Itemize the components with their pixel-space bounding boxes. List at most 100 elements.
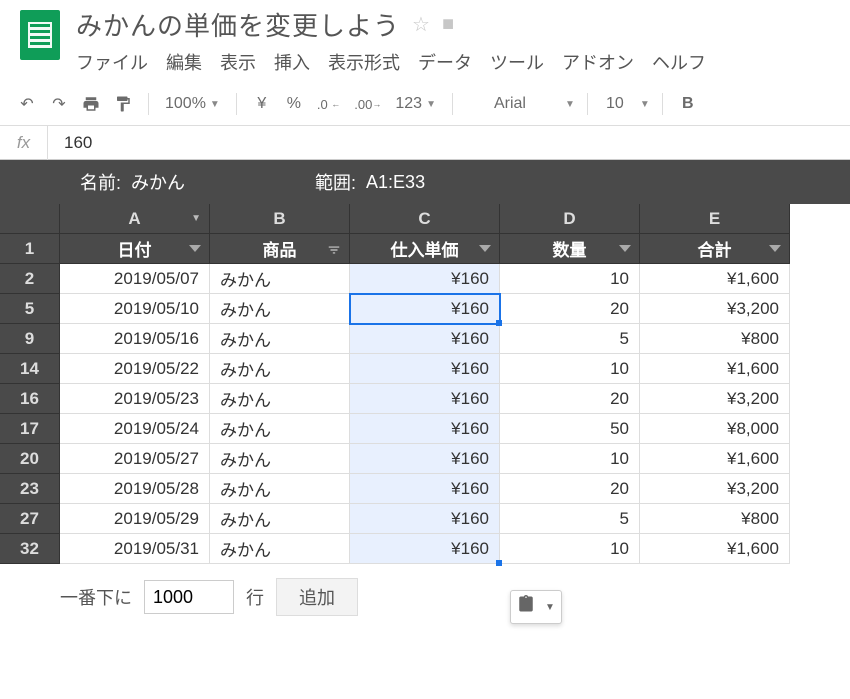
filter-icon[interactable]: [189, 245, 201, 252]
row-number[interactable]: 9: [0, 324, 60, 354]
font-size-select[interactable]: 10: [600, 91, 630, 117]
cell-qty[interactable]: 10: [500, 444, 640, 474]
cell-item[interactable]: みかん: [210, 504, 350, 534]
cell-item[interactable]: みかん: [210, 534, 350, 564]
font-family-select[interactable]: Arial: [465, 91, 555, 117]
cell-qty[interactable]: 20: [500, 384, 640, 414]
spreadsheet-grid[interactable]: A▼ B C D E 1 日付 商品 仕入単価 数量 合計 22019/05/0…: [0, 204, 850, 564]
row-number[interactable]: 20: [0, 444, 60, 474]
cell-date[interactable]: 2019/05/10: [60, 294, 210, 324]
menu-tools[interactable]: ツール: [490, 49, 544, 75]
cell-price[interactable]: ¥160: [350, 444, 500, 474]
cell-qty[interactable]: 10: [500, 354, 640, 384]
menu-help[interactable]: ヘルフ: [652, 49, 706, 75]
increase-decimal[interactable]: .00→: [350, 91, 385, 117]
zoom-select[interactable]: 100% ▼: [161, 91, 224, 117]
filter-range-value[interactable]: A1:E33: [366, 172, 425, 193]
cell-price[interactable]: ¥160: [350, 384, 500, 414]
cell-date[interactable]: 2019/05/27: [60, 444, 210, 474]
paste-options-popup[interactable]: ▼: [510, 590, 562, 624]
cell-total[interactable]: ¥800: [640, 324, 790, 354]
cell-qty[interactable]: 10: [500, 534, 640, 564]
header-total[interactable]: 合計: [640, 234, 790, 264]
filter-icon[interactable]: [479, 245, 491, 252]
cell-date[interactable]: 2019/05/16: [60, 324, 210, 354]
cell-price[interactable]: ¥160: [350, 324, 500, 354]
cell-total[interactable]: ¥3,200: [640, 384, 790, 414]
cell-date[interactable]: 2019/05/22: [60, 354, 210, 384]
add-rows-input[interactable]: [144, 580, 234, 614]
header-item[interactable]: 商品: [210, 234, 350, 264]
star-icon[interactable]: ☆: [412, 12, 430, 37]
bold-button[interactable]: B: [675, 91, 701, 117]
document-title[interactable]: みかんの単価を変更しよう: [76, 6, 400, 43]
cell-price[interactable]: ¥160: [350, 294, 500, 324]
chevron-down-icon[interactable]: ▼: [191, 213, 201, 224]
filter-name-value[interactable]: みかん: [131, 169, 185, 195]
cell-price[interactable]: ¥160: [350, 354, 500, 384]
cell-date[interactable]: 2019/05/24: [60, 414, 210, 444]
folder-icon[interactable]: ■: [442, 13, 454, 36]
cell-qty[interactable]: 5: [500, 324, 640, 354]
row-number[interactable]: 14: [0, 354, 60, 384]
cell-total[interactable]: ¥3,200: [640, 294, 790, 324]
cell-date[interactable]: 2019/05/23: [60, 384, 210, 414]
row-number[interactable]: 27: [0, 504, 60, 534]
menu-view[interactable]: 表示: [220, 49, 256, 75]
undo-icon[interactable]: ↶: [14, 91, 40, 117]
header-price[interactable]: 仕入単価: [350, 234, 500, 264]
cell-qty[interactable]: 50: [500, 414, 640, 444]
cell-total[interactable]: ¥3,200: [640, 474, 790, 504]
cell-item[interactable]: みかん: [210, 384, 350, 414]
filter-active-icon[interactable]: [327, 242, 341, 256]
format-currency[interactable]: ¥: [249, 91, 275, 117]
menu-format[interactable]: 表示形式: [328, 49, 400, 75]
select-all-corner[interactable]: [0, 204, 60, 234]
cell-total[interactable]: ¥800: [640, 504, 790, 534]
cell-total[interactable]: ¥1,600: [640, 534, 790, 564]
filter-icon[interactable]: [769, 245, 781, 252]
cell-qty[interactable]: 20: [500, 294, 640, 324]
menu-file[interactable]: ファイル: [76, 49, 148, 75]
cell-price[interactable]: ¥160: [350, 504, 500, 534]
cell-qty[interactable]: 10: [500, 264, 640, 294]
col-letter-d[interactable]: D: [500, 204, 640, 234]
col-letter-b[interactable]: B: [210, 204, 350, 234]
menu-insert[interactable]: 挿入: [274, 49, 310, 75]
col-letter-c[interactable]: C: [350, 204, 500, 234]
filter-icon[interactable]: [619, 245, 631, 252]
col-letter-a[interactable]: A▼: [60, 204, 210, 234]
cell-price[interactable]: ¥160: [350, 264, 500, 294]
cell-item[interactable]: みかん: [210, 414, 350, 444]
decrease-decimal[interactable]: .0 ←: [313, 91, 344, 117]
cell-item[interactable]: みかん: [210, 474, 350, 504]
formula-input[interactable]: [48, 126, 850, 159]
header-date[interactable]: 日付: [60, 234, 210, 264]
chevron-down-icon[interactable]: ▼: [545, 602, 555, 613]
redo-icon[interactable]: ↷: [46, 91, 72, 117]
cell-price[interactable]: ¥160: [350, 534, 500, 564]
cell-date[interactable]: 2019/05/07: [60, 264, 210, 294]
print-icon[interactable]: [78, 91, 104, 117]
more-formats[interactable]: 123 ▼: [391, 91, 440, 117]
row-number[interactable]: 5: [0, 294, 60, 324]
paint-format-icon[interactable]: [110, 91, 136, 117]
menu-edit[interactable]: 編集: [166, 49, 202, 75]
cell-price[interactable]: ¥160: [350, 414, 500, 444]
sheets-logo-icon[interactable]: [20, 10, 60, 60]
row-number[interactable]: 2: [0, 264, 60, 294]
cell-date[interactable]: 2019/05/31: [60, 534, 210, 564]
cell-qty[interactable]: 20: [500, 474, 640, 504]
menu-data[interactable]: データ: [418, 49, 472, 75]
cell-total[interactable]: ¥1,600: [640, 354, 790, 384]
col-letter-e[interactable]: E: [640, 204, 790, 234]
cell-qty[interactable]: 5: [500, 504, 640, 534]
header-qty[interactable]: 数量: [500, 234, 640, 264]
row-number[interactable]: 23: [0, 474, 60, 504]
row-number[interactable]: 32: [0, 534, 60, 564]
cell-date[interactable]: 2019/05/28: [60, 474, 210, 504]
cell-price[interactable]: ¥160: [350, 474, 500, 504]
add-rows-button[interactable]: 追加: [276, 578, 358, 616]
row-number[interactable]: 1: [0, 234, 60, 264]
row-number[interactable]: 17: [0, 414, 60, 444]
